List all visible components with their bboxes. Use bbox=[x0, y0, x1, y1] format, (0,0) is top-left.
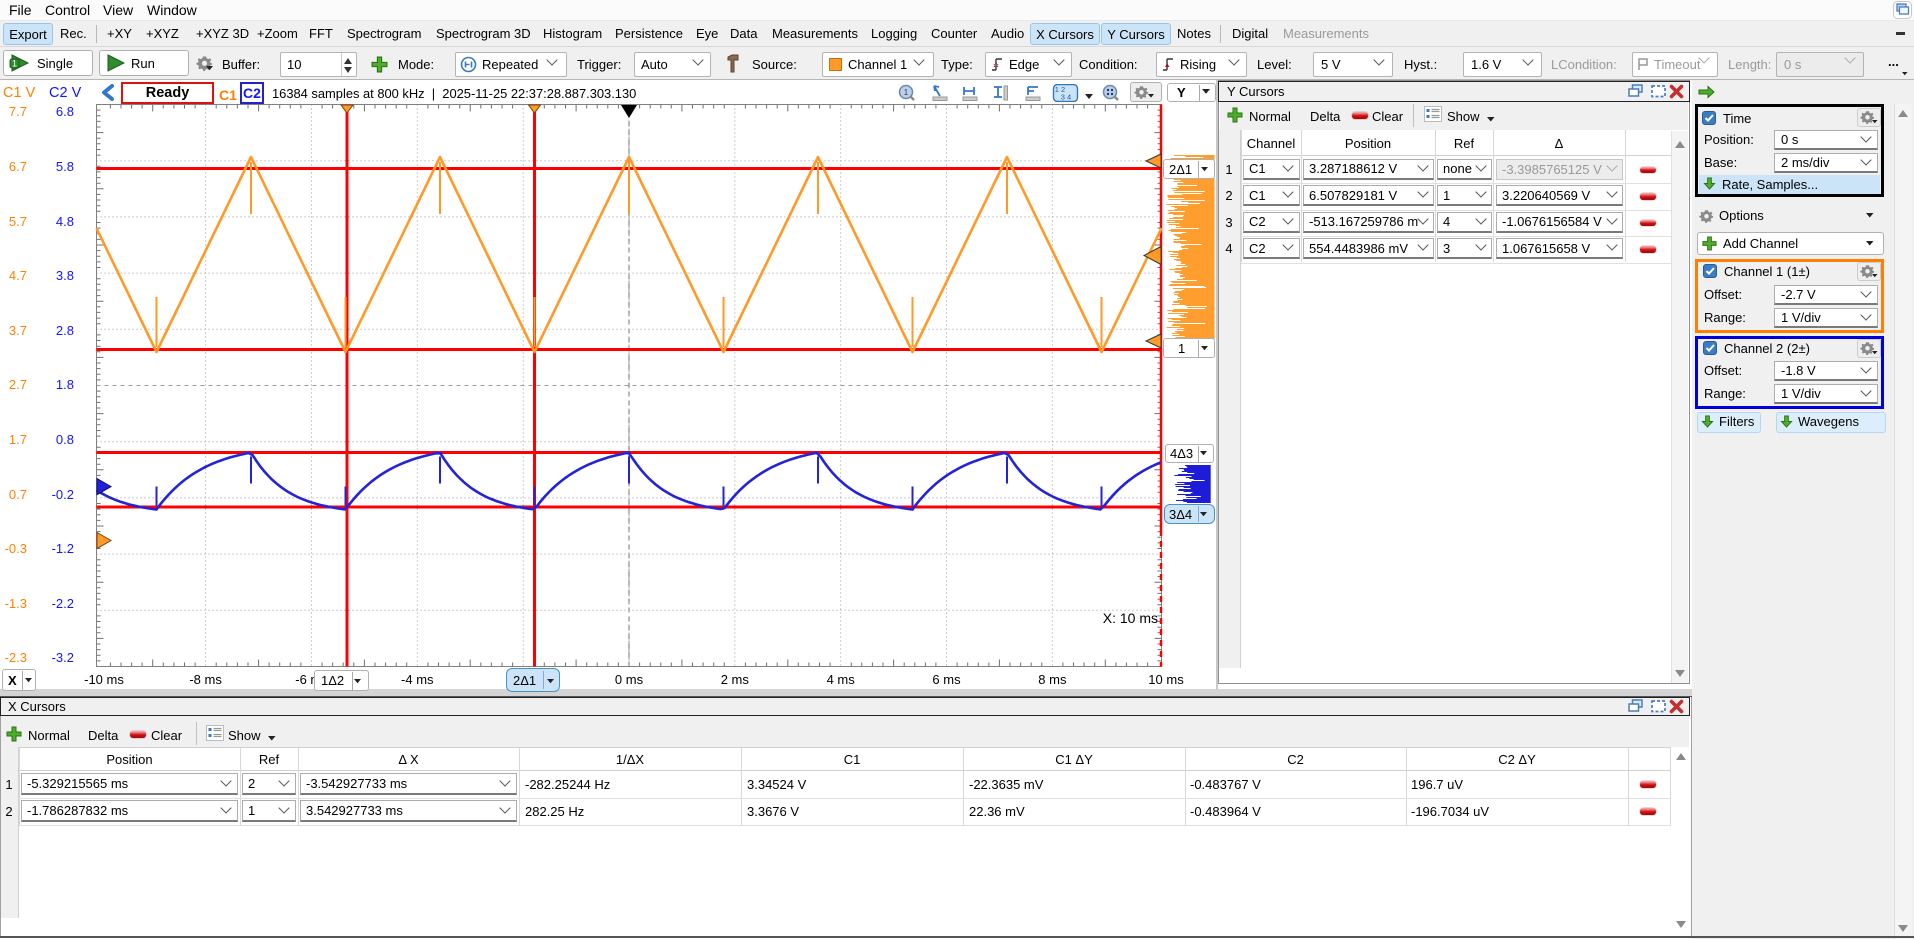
svg-text:1: 1 bbox=[12, 59, 17, 69]
svg-text:X: 10 ms: X: 10 ms bbox=[1103, 610, 1158, 626]
